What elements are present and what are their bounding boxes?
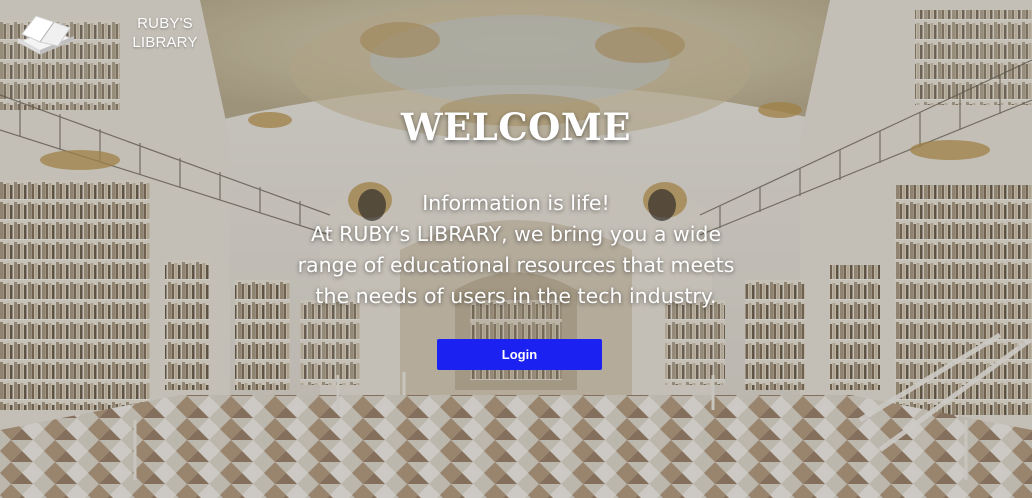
brand[interactable]: RUBY'S LIBRARY	[14, 10, 214, 58]
brand-name: RUBY'S LIBRARY	[132, 15, 198, 51]
tagline-line: At RUBY's LIBRARY, we bring you a wide	[310, 222, 722, 246]
tagline-line: Information is life!	[422, 191, 610, 215]
page-title: WELCOME	[400, 105, 632, 149]
books-icon	[16, 15, 76, 55]
hero-section: RUBY'S LIBRARY WELCOME Information is li…	[0, 0, 1032, 498]
login-button[interactable]: Login	[437, 339, 602, 370]
tagline-line: the needs of users in the tech industry.	[315, 284, 717, 308]
tagline: Information is life! At RUBY's LIBRARY, …	[216, 188, 816, 312]
tagline-line: range of educational resources that meet…	[297, 253, 735, 277]
